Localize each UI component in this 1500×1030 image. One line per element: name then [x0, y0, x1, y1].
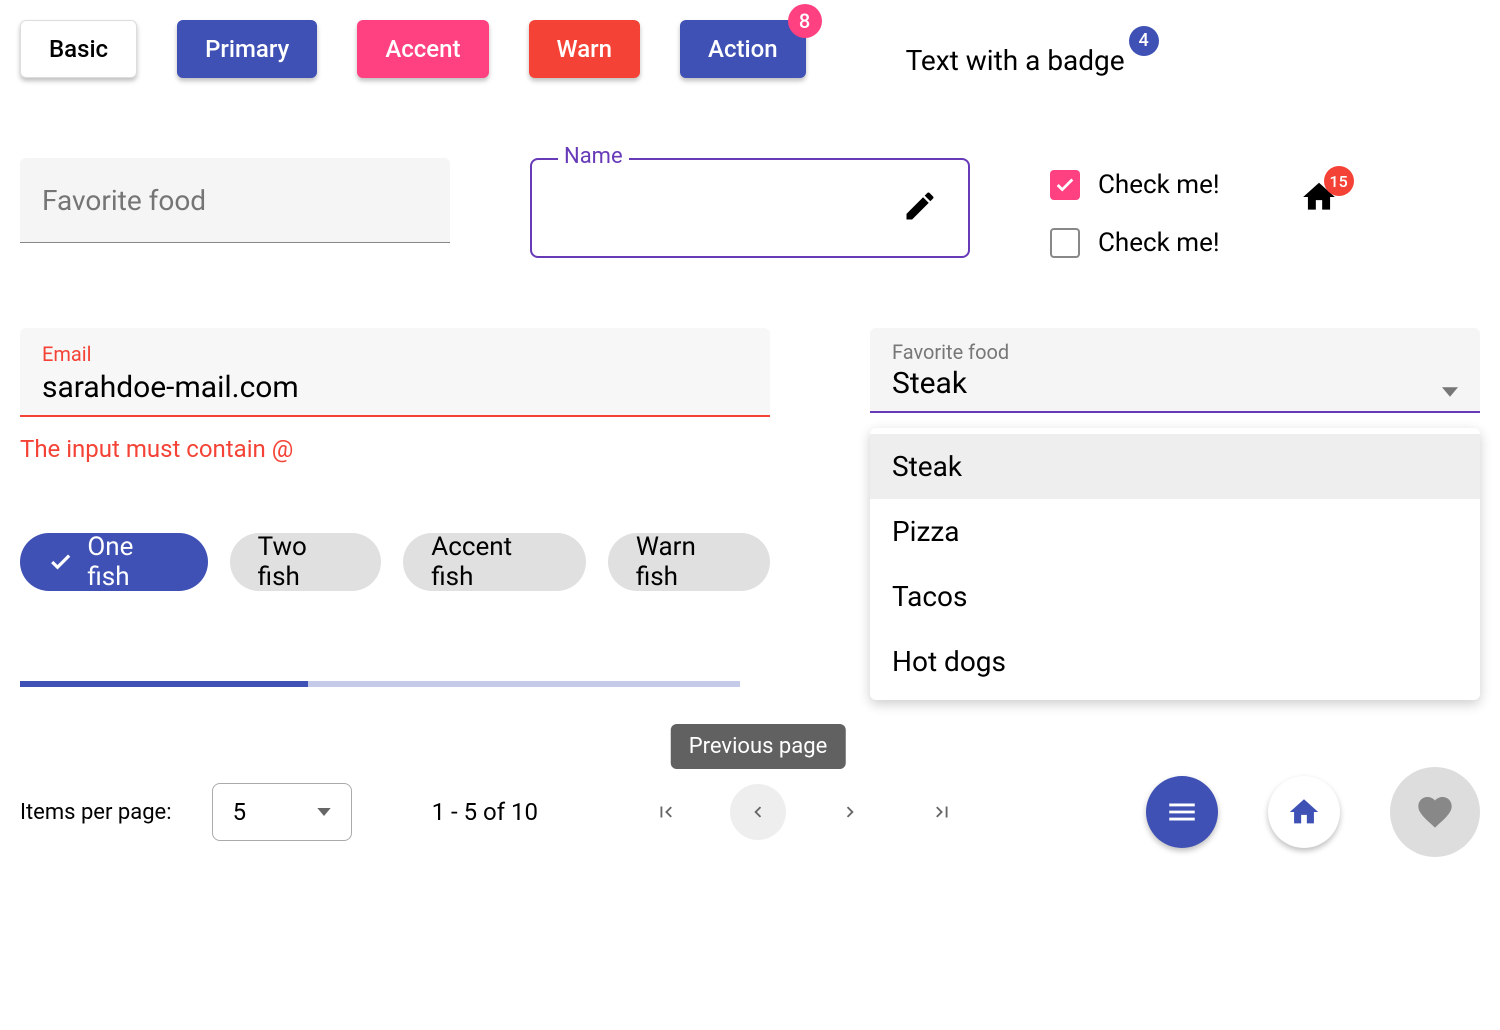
- page-size-select[interactable]: 5: [212, 783, 352, 841]
- chevron-right-icon: [839, 801, 861, 823]
- email-field[interactable]: Email sarahdoe-mail.com: [20, 328, 770, 417]
- warn-button[interactable]: Warn: [529, 20, 641, 78]
- heart-icon: [1415, 792, 1455, 832]
- action-button-label: Action: [708, 35, 778, 63]
- inputs-row: Name Check me! Check me! 15: [20, 158, 1480, 258]
- select-value: Steak: [892, 366, 1009, 401]
- tooltip: Previous page: [671, 724, 846, 769]
- dropdown-option-tacos[interactable]: Tacos: [870, 564, 1480, 629]
- progress-fill: [20, 681, 308, 687]
- home-badge-count: 15: [1324, 166, 1354, 196]
- name-field-label: Name: [558, 144, 629, 169]
- previous-page-button[interactable]: Previous page: [730, 784, 786, 840]
- check-icon: [48, 549, 73, 575]
- last-page-icon: [931, 801, 953, 823]
- paginator: Items per page: 5 1 - 5 of 10 Previous p…: [20, 767, 1480, 857]
- checkbox-column: Check me! Check me!: [1050, 170, 1220, 258]
- accent-button[interactable]: Accent: [357, 20, 488, 78]
- favorite-food-select[interactable]: Favorite food Steak: [870, 328, 1480, 413]
- menu-icon: [1165, 795, 1199, 829]
- email-value: sarahdoe-mail.com: [42, 370, 748, 405]
- select-dropdown: Steak Pizza Tacos Hot dogs: [870, 428, 1480, 700]
- text-badge-label: Text with a badge: [906, 44, 1125, 77]
- chip-label: One fish: [87, 532, 179, 592]
- select-label: Favorite food: [892, 340, 1009, 364]
- home-fab[interactable]: [1268, 776, 1340, 848]
- chip-warn-fish[interactable]: Warn fish: [608, 533, 770, 591]
- next-page-button[interactable]: [822, 784, 878, 840]
- fab-row: [1146, 767, 1480, 857]
- favorite-food-input[interactable]: [20, 158, 450, 243]
- page-size-value: 5: [233, 798, 247, 826]
- favorite-fab[interactable]: [1390, 767, 1480, 857]
- checkbox-1[interactable]: [1050, 170, 1080, 200]
- basic-button[interactable]: Basic: [20, 20, 137, 78]
- home-icon: [1287, 795, 1321, 829]
- checkbox-2-label: Check me!: [1098, 228, 1220, 258]
- chip-accent-fish[interactable]: Accent fish: [403, 533, 586, 591]
- first-page-button[interactable]: [638, 784, 694, 840]
- form-row: Email sarahdoe-mail.com The input must c…: [20, 328, 1480, 687]
- progress-bar: [20, 681, 740, 687]
- first-page-icon: [655, 801, 677, 823]
- name-field[interactable]: Name: [530, 158, 970, 258]
- edit-icon: [902, 188, 938, 228]
- chips-row: One fish Two fish Accent fish Warn fish: [20, 533, 770, 591]
- page-range: 1 - 5 of 10: [432, 798, 538, 826]
- chevron-down-icon: [317, 808, 331, 816]
- text-with-badge: Text with a badge 4: [906, 44, 1125, 77]
- dropdown-option-pizza[interactable]: Pizza: [870, 499, 1480, 564]
- chevron-down-icon: [1442, 382, 1458, 401]
- email-label: Email: [42, 342, 748, 366]
- chip-one-fish[interactable]: One fish: [20, 533, 208, 591]
- checkbox-2[interactable]: [1050, 228, 1080, 258]
- dropdown-option-hotdogs[interactable]: Hot dogs: [870, 629, 1480, 694]
- primary-button[interactable]: Primary: [177, 20, 317, 78]
- home-icon-with-badge[interactable]: 15: [1300, 178, 1338, 220]
- last-page-button[interactable]: [914, 784, 970, 840]
- checkbox-1-label: Check me!: [1098, 170, 1220, 200]
- action-badge: 8: [788, 4, 822, 38]
- button-row: Basic Primary Accent Warn Action 8 Text …: [20, 20, 1480, 78]
- text-badge-count: 4: [1129, 26, 1159, 56]
- chip-two-fish[interactable]: Two fish: [230, 533, 382, 591]
- menu-fab[interactable]: [1146, 776, 1218, 848]
- chevron-left-icon: [747, 801, 769, 823]
- action-button[interactable]: Action 8: [680, 20, 806, 78]
- items-per-page-label: Items per page:: [20, 800, 172, 825]
- dropdown-option-steak[interactable]: Steak: [870, 434, 1480, 499]
- email-error: The input must contain @: [20, 435, 770, 463]
